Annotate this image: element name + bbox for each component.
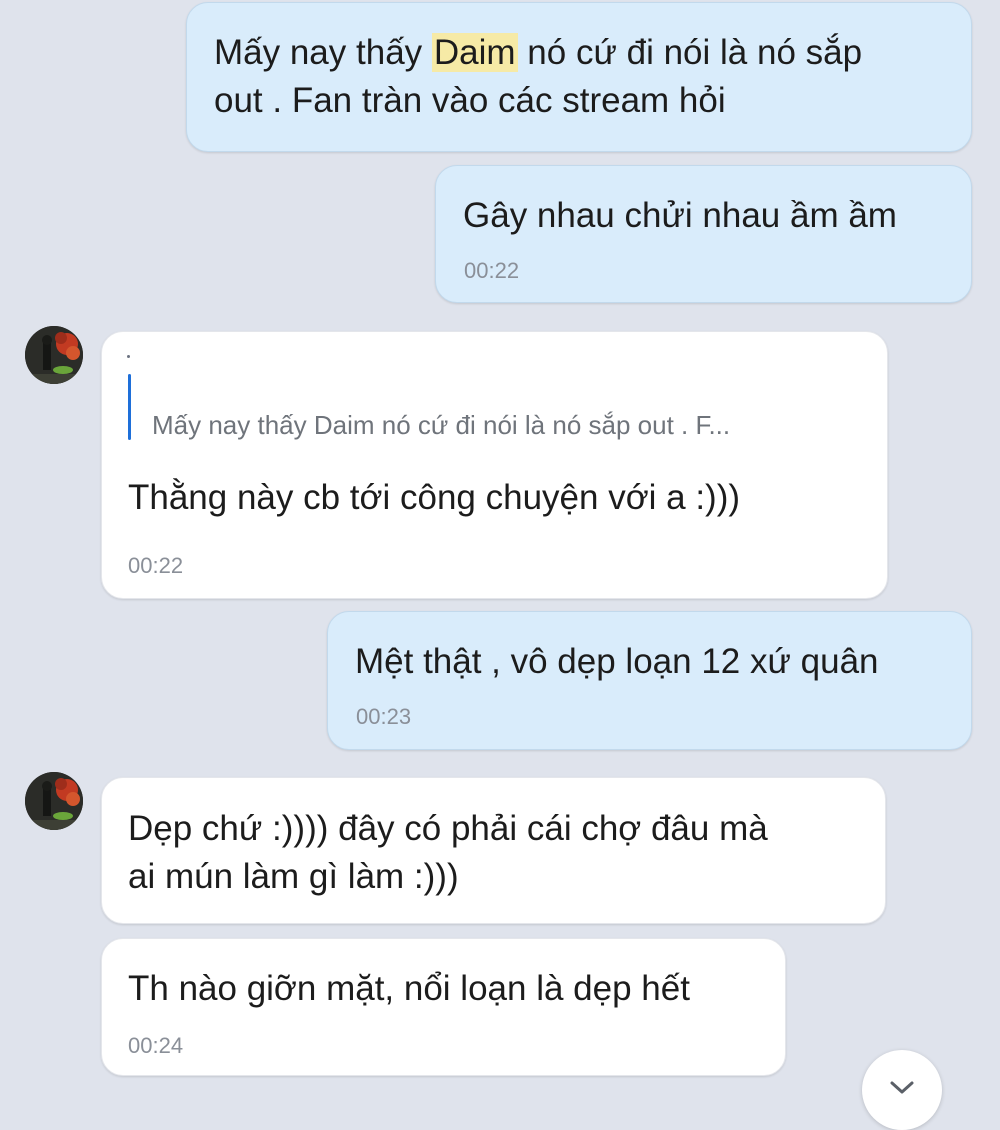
message-timestamp: 00:24: [128, 1033, 184, 1058]
message-text: Dẹp chứ :)))) đây có phải cái chợ đâu mà…: [128, 809, 768, 896]
contact-avatar[interactable]: [25, 772, 83, 830]
contact-avatar[interactable]: [25, 326, 83, 384]
scroll-to-bottom-button[interactable]: [862, 1050, 942, 1130]
message-text: Thằng này cb tới công chuyện với a :))): [128, 478, 741, 517]
chat-thread[interactable]: Mấy nay thấy Daim nó cứ đi nói là nó sắp…: [0, 0, 1000, 1130]
message-text: Gây nhau chửi nhau ầm ầm: [463, 196, 897, 235]
quoted-message: Mấy nay thấy Daim nó cứ đi nói là nó sắp…: [152, 410, 731, 440]
message-timestamp: 00:23: [356, 704, 412, 729]
highlighted-mention: Daim: [431, 33, 518, 72]
message-bubble-outgoing[interactable]: Mệt thật , vô dẹp loạn 12 xứ quân 00:23: [327, 611, 972, 750]
message-text: Mệt thật , vô dẹp loạn 12 xứ quân: [355, 642, 879, 681]
message-bubble-incoming[interactable]: Mấy nay thấy Daim nó cứ đi nói là nó sắp…: [101, 331, 888, 599]
message-bubble-incoming[interactable]: Dẹp chứ :)))) đây có phải cái chợ đâu mà…: [101, 777, 886, 924]
avatar-photo: [25, 326, 83, 384]
message-timestamp: 00:22: [464, 258, 520, 283]
message-text: Th nào giỡn mặt, nổi loạn là dẹp hết: [128, 969, 690, 1008]
quote-marker: [127, 355, 130, 358]
avatar-photo: [25, 772, 83, 830]
message-bubble-incoming[interactable]: Th nào giỡn mặt, nổi loạn là dẹp hết 00:…: [101, 938, 786, 1076]
message-bubble-outgoing[interactable]: Gây nhau chửi nhau ầm ầm 00:22: [435, 165, 972, 303]
message-text: Mấy nay thấy Daim nó cứ đi nói là nó sắp…: [214, 33, 863, 120]
quote-bar: [128, 374, 131, 440]
message-bubble-outgoing[interactable]: Mấy nay thấy Daim nó cứ đi nói là nó sắp…: [186, 2, 972, 152]
chevron-down-icon: [890, 1081, 914, 1094]
message-timestamp: 00:22: [128, 553, 184, 578]
